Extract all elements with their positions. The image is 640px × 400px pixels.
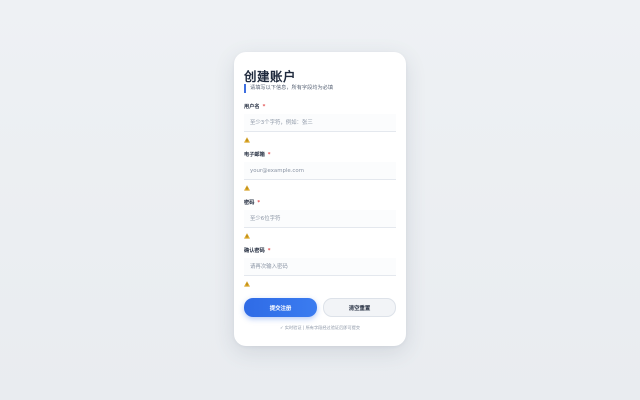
- username-input[interactable]: [244, 114, 396, 132]
- username-label: 用户名 *: [244, 103, 265, 110]
- email-label-text: 电子邮箱: [244, 152, 265, 158]
- footer-note: ✓ 实时验证 | 所有字段经过验证后即可提交: [279, 325, 361, 330]
- page-title: 创建账户: [244, 69, 297, 84]
- reset-button[interactable]: 清空重置: [323, 298, 396, 317]
- form-subtitle: 请填写以下信息，所有字段均为必填: [244, 84, 333, 93]
- required-mark: *: [267, 248, 271, 254]
- email-label: 电子邮箱 *: [244, 151, 270, 158]
- warning-triangle-icon: [244, 185, 250, 191]
- required-mark: *: [257, 200, 261, 206]
- required-mark: *: [262, 104, 266, 110]
- password-label: 密码 *: [244, 199, 260, 206]
- confirm-password-label-text: 确认密码: [244, 248, 265, 254]
- password-label-text: 密码: [244, 200, 255, 206]
- email-input[interactable]: [244, 162, 396, 180]
- confirm-password-input[interactable]: [244, 258, 396, 276]
- required-mark: *: [267, 152, 271, 158]
- warning-triangle-icon: [244, 281, 250, 287]
- warning-triangle-icon: [244, 233, 250, 239]
- username-label-text: 用户名: [244, 104, 260, 110]
- register-card: 创建账户 请填写以下信息，所有字段均为必填 用户名* 电子邮箱* 密码* 确认密…: [234, 52, 406, 346]
- confirm-password-label: 确认密码 *: [244, 247, 270, 254]
- warning-triangle-icon: [244, 137, 250, 143]
- password-input[interactable]: [244, 210, 396, 228]
- submit-button[interactable]: 提交注册: [244, 298, 317, 317]
